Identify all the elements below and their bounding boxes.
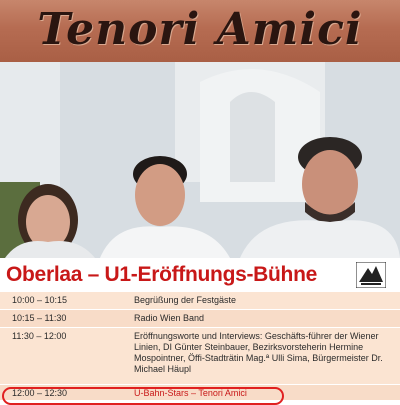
group-photo-illustration — [0, 62, 400, 258]
event-title: Oberlaa – U1-Eröffnungs-Bühne — [6, 263, 317, 286]
header-banner: Tenori Amici — [0, 0, 400, 62]
schedule-row: 10:00 – 10:15 Begrüßung der Festgäste — [0, 292, 400, 310]
schedule-description: Begrüßung der Festgäste — [134, 295, 237, 305]
schedule-time: 10:15 – 11:30 — [12, 313, 67, 323]
schedule-table: 10:00 – 10:15 Begrüßung der Festgäste 10… — [0, 292, 400, 401]
schedule-row: 11:30 – 12:00 Eröffnungsworte und Interv… — [0, 328, 400, 385]
highlight-outline — [2, 387, 284, 405]
wiener-linien-logo-icon — [356, 262, 386, 288]
schedule-description: Eröffnungsworte und Interviews: Geschäft… — [134, 331, 383, 374]
banner-title: Tenori Amici — [37, 4, 363, 55]
group-photo — [0, 62, 400, 258]
schedule-time: 10:00 – 10:15 — [12, 295, 68, 305]
schedule-time: 11:30 – 12:00 — [12, 331, 67, 341]
event-title-row: Oberlaa – U1-Eröffnungs-Bühne — [0, 258, 400, 292]
schedule-row: 10:15 – 11:30 Radio Wien Band — [0, 310, 400, 328]
schedule-description: Radio Wien Band — [134, 313, 205, 323]
